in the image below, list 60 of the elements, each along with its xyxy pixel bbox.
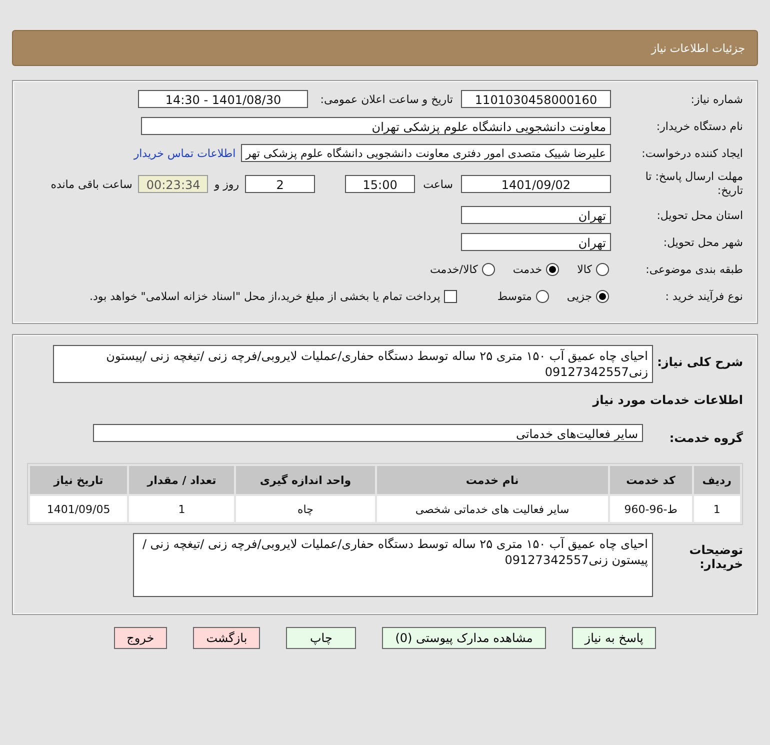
- requester-field: علیرضا شییک متصدی امور دفتری معاونت دانشجویی دانشگاه علوم پزشکی تهر: [240, 144, 611, 162]
- province-field: تهران: [461, 206, 611, 224]
- buyer-org-field: معاونت دانشجویی دانشگاه علوم پزشکی تهران: [141, 117, 611, 135]
- page-title: جزئیات اطلاعات نیاز: [651, 42, 745, 54]
- table-cell: ط-96-960: [610, 496, 692, 522]
- section-heading: اطلاعات خدمات مورد نیاز: [591, 393, 743, 407]
- radio-label: کالا: [577, 262, 592, 276]
- field-label: روز و: [214, 178, 240, 190]
- checkbox[interactable]: [444, 290, 458, 302]
- deadline-time-field: 15:00: [345, 175, 416, 193]
- field-label: ساعت: [423, 178, 453, 190]
- radio-label: متوسط: [497, 290, 532, 302]
- field-label: مهلت ارسال پاسخ: تا تاریخ:: [644, 170, 743, 198]
- service-group-field: سایر فعالیت‌های خدماتی: [93, 424, 643, 442]
- field-label: ساعت باقی مانده: [50, 178, 132, 190]
- action-button[interactable]: بازگشت: [193, 627, 260, 649]
- column-header: کد خدمت: [610, 466, 692, 494]
- action-button[interactable]: خروج: [114, 627, 168, 649]
- table-cell: 1: [694, 496, 740, 522]
- field-label: نوع فرآیند خرید :: [664, 290, 743, 302]
- column-header: تعداد / مقدار: [129, 466, 234, 494]
- days-field: 2: [245, 175, 316, 193]
- buyer-notes-field: احیای چاه عمیق آب ۱۵۰ متری ۲۵ ساله توسط دستگاه حفاری/عملیات لایروبی/فرچه زنی /تیغچه زنی /پیستون زنی09127342557: [133, 533, 653, 597]
- announce-date-field: 1401/08/30 - 14:30: [138, 90, 308, 108]
- field-label: شماره نیاز:: [690, 92, 743, 106]
- table-cell: 1: [129, 496, 234, 522]
- column-header: نام خدمت: [376, 466, 608, 494]
- action-button[interactable]: چاپ: [286, 627, 356, 649]
- field-label: استان محل تحویل:: [656, 208, 743, 222]
- action-button[interactable]: مشاهده مدارک پیوستی (0): [382, 627, 546, 649]
- city-field: تهران: [461, 233, 611, 251]
- summary-field: احیای چاه عمیق آب ۱۵۰ متری ۲۵ ساله توسط دستگاه حفاری/عملیات لایروبی/فرچه زنی /تیغچه زنی /پیستون زنی09127342557: [53, 345, 653, 383]
- radio-button[interactable]: [546, 262, 560, 276]
- table-cell: چاه: [236, 496, 375, 522]
- radio-label: خدمت: [512, 262, 542, 276]
- radio-button[interactable]: [482, 262, 495, 276]
- column-header: ردیف: [694, 466, 740, 494]
- field-label: ایجاد کننده درخواست:: [640, 146, 743, 160]
- field-label: گروه خدمت:: [668, 430, 743, 445]
- field-label: نام دستگاه خریدار:: [655, 120, 743, 132]
- radio-button[interactable]: [596, 262, 609, 276]
- column-header: تاریخ نیاز: [30, 466, 128, 494]
- radio-label: کالا/خدمت: [430, 262, 478, 276]
- radio-button[interactable]: [596, 290, 609, 302]
- radio-button[interactable]: [536, 290, 549, 302]
- need-number-field: 1101030458000160: [461, 90, 611, 108]
- table-cell: 1401/09/05: [30, 496, 128, 522]
- radio-label: جزیی: [566, 290, 592, 302]
- remaining-time-field: 00:23:34: [138, 175, 208, 193]
- table-cell: سایر فعالیت های خدماتی شخصی: [376, 496, 608, 522]
- field-label: شهر محل تحویل:: [662, 236, 743, 248]
- field-label: شرح کلی نیاز:: [656, 354, 743, 369]
- column-header: واحد اندازه گیری: [236, 466, 375, 494]
- field-label: طبقه بندی موضوعی:: [644, 262, 743, 276]
- buyer-contact-link[interactable]: اطلاعات تماس خریدار: [134, 146, 236, 160]
- field-label: تاریخ و ساعت اعلان عمومی:: [320, 92, 453, 106]
- checkbox-label: پرداخت تمام یا بخشی از مبلغ خرید،از محل "اسناد خزانه اسلامی" خواهد بود.: [90, 290, 440, 302]
- field-label: توضیحات خریدار:: [688, 542, 743, 571]
- action-button[interactable]: پاسخ به نیاز: [572, 627, 656, 649]
- deadline-date-field: 1401/09/02: [461, 175, 611, 193]
